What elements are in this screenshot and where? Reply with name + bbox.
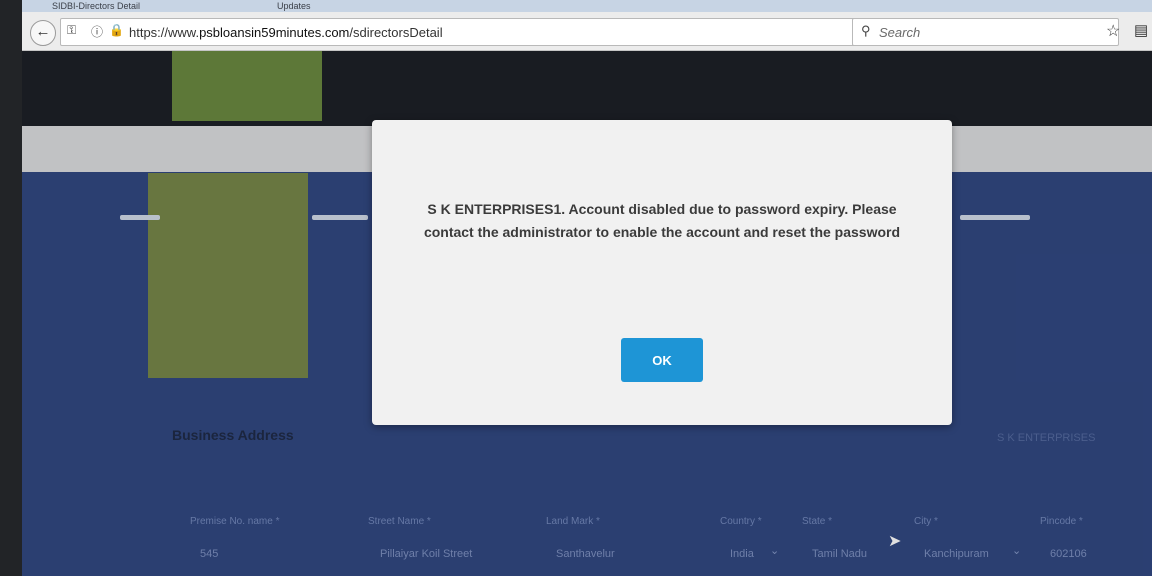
web-page: Business Address S K ENTERPRISES Premise…: [22, 51, 1152, 576]
arrow-left-icon[interactable]: ←: [30, 20, 56, 46]
ok-button[interactable]: OK: [621, 338, 703, 382]
url-protocol: https://www.: [129, 25, 200, 40]
monitor-bezel: [0, 0, 22, 576]
alert-dialog: S K ENTERPRISES1. Account disabled due t…: [372, 120, 952, 425]
browser-toolbar: ← ⚿ ⓘ 🔒 https://www.psbloansin59minutes.…: [22, 12, 1152, 51]
url-text[interactable]: https://www.psbloansin59minutes.com/sdir…: [129, 25, 443, 40]
key-icon: ⚿: [67, 23, 77, 37]
tab-strip: SIDBI-Directors Detail Updates: [22, 0, 1152, 12]
star-icon[interactable]: ☆: [1106, 21, 1120, 41]
url-host: psbloansin59minutes.com: [199, 25, 350, 40]
search-box[interactable]: ⚲ Search: [852, 18, 1119, 46]
lock-icon: 🔒: [109, 23, 124, 37]
mouse-cursor-icon: ➤: [888, 533, 902, 550]
alert-message: S K ENTERPRISES1. Account disabled due t…: [423, 201, 901, 240]
reading-list-icon[interactable]: ▤: [1134, 21, 1148, 39]
address-bar[interactable]: ⚿ ⓘ 🔒 https://www.psbloansin59minutes.co…: [60, 18, 882, 46]
search-placeholder: Search: [879, 25, 921, 40]
url-path: /sdirectorsDetail: [349, 25, 443, 40]
tab-directors-detail[interactable]: SIDBI-Directors Detail: [52, 0, 140, 12]
info-icon[interactable]: ⓘ: [91, 23, 103, 40]
search-icon: ⚲: [861, 23, 871, 38]
tab-updates[interactable]: Updates: [277, 0, 311, 12]
